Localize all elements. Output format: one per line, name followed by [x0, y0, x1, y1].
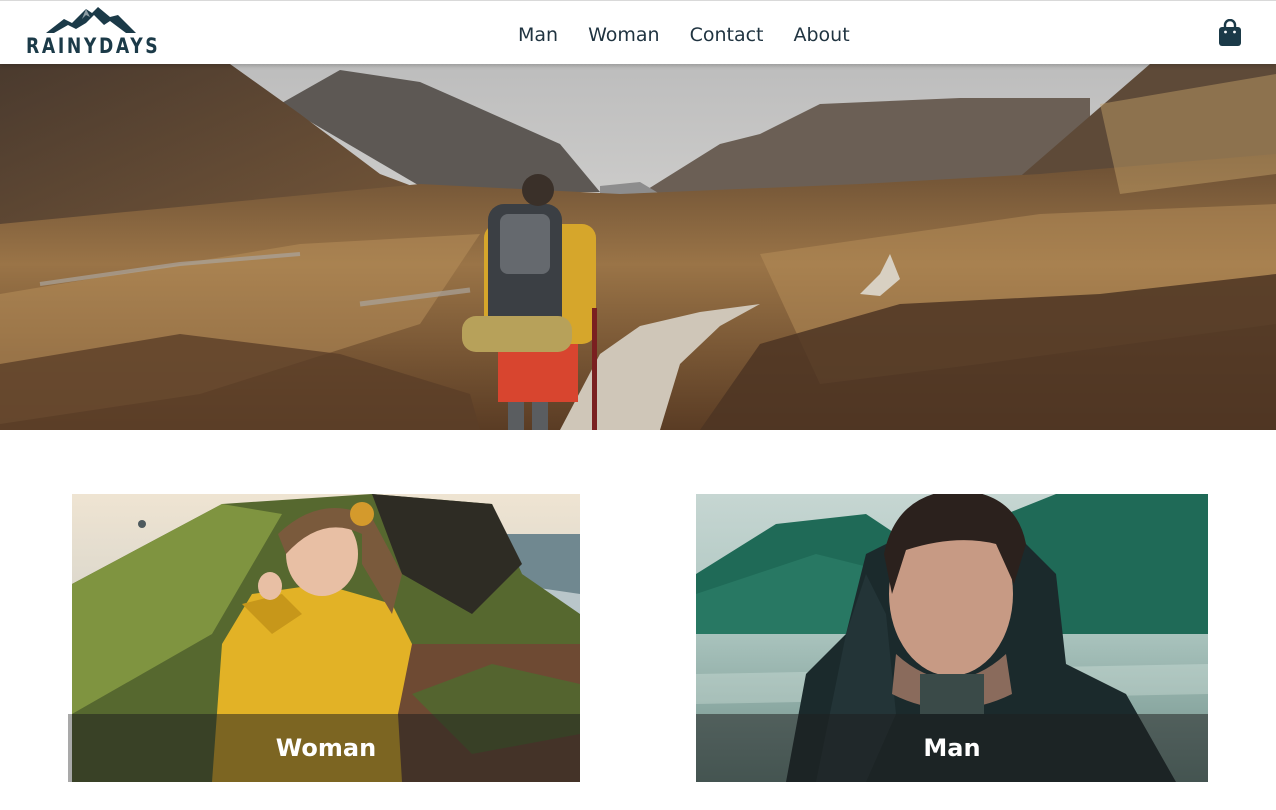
nav-link-woman[interactable]: Woman — [588, 22, 660, 48]
category-card-man[interactable]: Man — [696, 494, 1208, 782]
hiker-in-mountain-valley-photo — [0, 64, 1276, 430]
card-title-woman: Woman — [275, 734, 377, 762]
main-nav: Man Woman Contact About — [518, 22, 880, 48]
category-card-woman[interactable]: Woman — [72, 494, 580, 782]
card-caption: Man — [696, 714, 1208, 782]
logo-text: RAINYDAYS — [26, 34, 161, 58]
nav-link-about[interactable]: About — [794, 22, 850, 48]
hero-banner — [0, 64, 1276, 430]
card-title-man: Man — [923, 734, 981, 762]
nav-link-contact[interactable]: Contact — [690, 22, 764, 48]
site-header: RAINYDAYS Man Woman Contact About — [0, 0, 1276, 64]
card-caption: Woman — [72, 714, 580, 782]
nav-link-man[interactable]: Man — [518, 22, 558, 48]
shopping-bag-icon[interactable] — [1217, 19, 1243, 47]
logo-link[interactable]: RAINYDAYS — [24, 7, 158, 59]
mountain-logo-icon — [46, 7, 136, 33]
